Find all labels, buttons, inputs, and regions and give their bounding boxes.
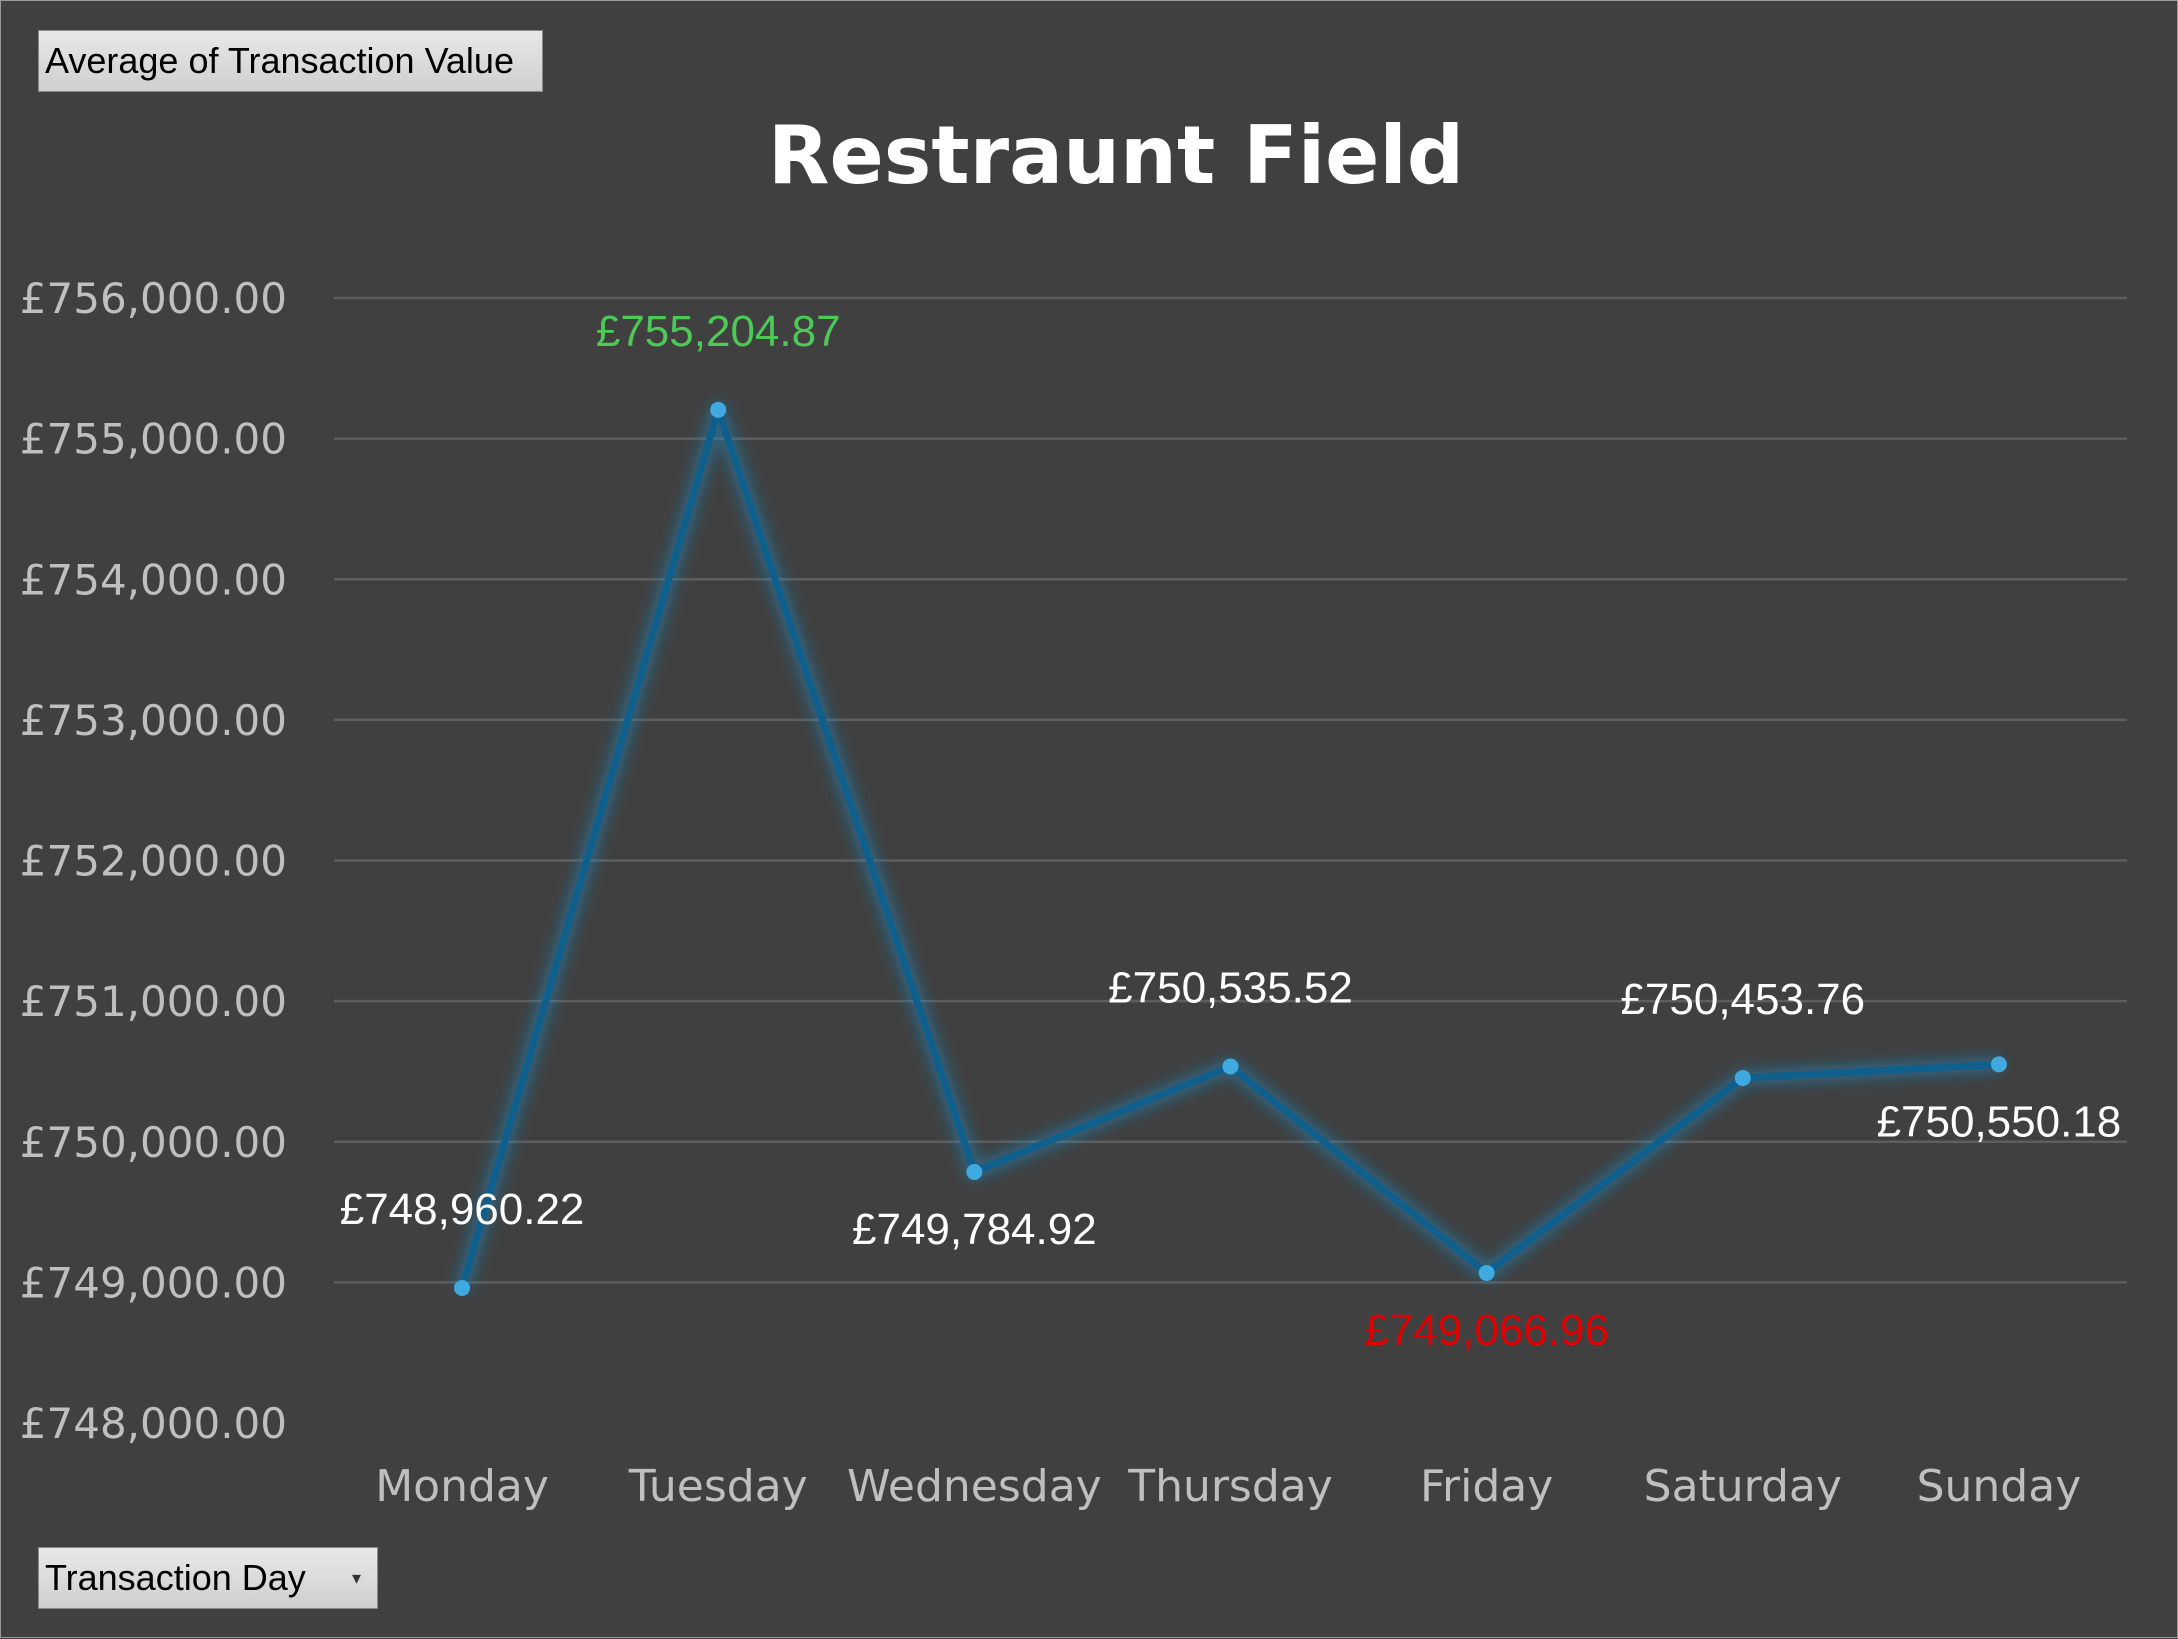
chart-area: Average of Transaction Value Restraunt F…: [0, 0, 2178, 1638]
series-line-path: [458, 406, 2003, 1292]
x-tick-label: Sunday: [1917, 1461, 2082, 1512]
data-point: [1734, 1069, 1751, 1086]
data-label: £749,784.92: [852, 1205, 1097, 1254]
data-point: [1222, 1058, 1239, 1075]
x-tick-label: Thursday: [1127, 1461, 1333, 1512]
data-label: £748,960.22: [340, 1185, 585, 1234]
data-point: [454, 1279, 471, 1296]
x-tick-label: Saturday: [1644, 1461, 1842, 1512]
x-axis: Monday Tuesday Wednesday Thursday Friday Satu…: [375, 1461, 2081, 1512]
data-labels: £748,960.22 £755,204.87 £749,784.92 £750,53…: [340, 307, 2122, 1355]
data-label: £750,453.76: [1620, 975, 1865, 1024]
data-label: £750,550.18: [1877, 1097, 2122, 1146]
y-tick-label: £752,000.00: [20, 837, 287, 886]
dropdown-arrow-icon[interactable]: ▾: [352, 1548, 361, 1608]
y-tick-label: £749,000.00: [20, 1258, 287, 1307]
data-label: £749,066.96: [1364, 1306, 1609, 1355]
data-label: £755,204.87: [596, 307, 841, 356]
data-label: £750,535.52: [1108, 963, 1353, 1012]
data-point: [1990, 1056, 2007, 1073]
y-tick-label: £750,000.00: [20, 1118, 287, 1167]
data-point: [710, 401, 727, 418]
data-point: [966, 1163, 983, 1180]
x-tick-label: Wednesday: [847, 1461, 1102, 1512]
axis-field-label: Transaction Day: [45, 1557, 306, 1598]
axis-field-button[interactable]: Transaction Day ▾: [38, 1547, 378, 1609]
y-tick-label: £751,000.00: [20, 977, 287, 1026]
y-tick-label: £748,000.00: [20, 1399, 287, 1448]
chart-title: Restraunt Field: [768, 109, 1464, 202]
series-line: [454, 401, 2007, 1296]
y-tick-label: £755,000.00: [20, 415, 287, 464]
line-chart: Restraunt Field £748,000.00£749,000.00£7…: [20, 109, 2127, 1512]
x-tick-label: Tuesday: [628, 1461, 808, 1512]
x-tick-label: Friday: [1420, 1461, 1553, 1512]
data-point: [1478, 1264, 1495, 1281]
y-tick-label: £754,000.00: [20, 555, 287, 604]
series-line-glow: [454, 401, 2000, 1291]
x-tick-label: Monday: [375, 1461, 549, 1512]
y-tick-label: £756,000.00: [20, 274, 287, 323]
y-axis: £748,000.00 £749,000.00 £750,000.00 £751,00…: [20, 274, 287, 1448]
y-tick-label: £753,000.00: [20, 696, 287, 745]
